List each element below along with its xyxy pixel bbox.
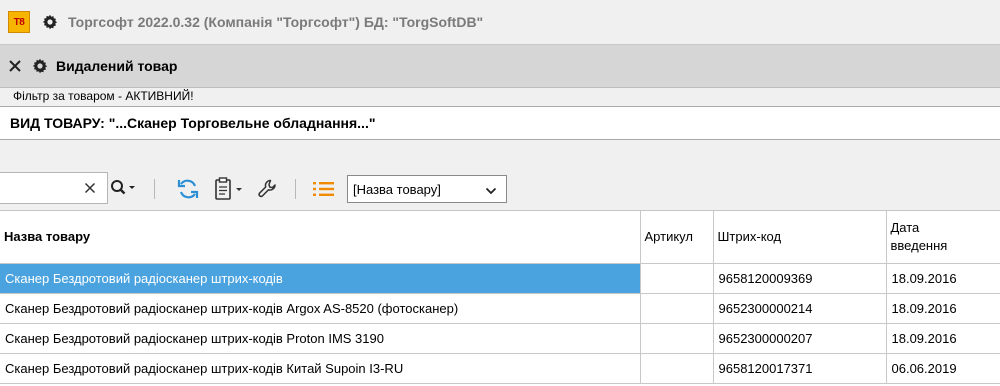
cell-article[interactable] — [640, 353, 714, 384]
cell-barcode[interactable]: 9658120017371 — [713, 353, 887, 384]
table-header-row: Назва товару Артикул Штрих-код Дата введ… — [0, 211, 1000, 264]
cell-article[interactable] — [640, 263, 714, 294]
app-logo-icon: T8 — [8, 11, 30, 33]
filter-label: Фільтр за товаром - АКТИВНИЙ! — [13, 89, 194, 103]
cell-article[interactable] — [640, 293, 714, 324]
column-header-name[interactable]: Назва товару — [0, 211, 641, 264]
document-header: Видалений товар — [0, 44, 1000, 88]
cell-date[interactable]: 18.09.2016 — [886, 293, 1000, 324]
column-header-article[interactable]: Артикул — [640, 211, 714, 264]
list-sort-icon[interactable] — [311, 177, 337, 201]
table-row[interactable]: Сканер Бездротовий радіосканер штрих-код… — [0, 353, 1000, 384]
toolbar-separator — [154, 179, 155, 199]
filter-field: ВИД ТОВАРУ: "...Сканер Торговельне облад… — [0, 106, 1000, 140]
column-header-barcode[interactable]: Штрих-код — [713, 211, 887, 264]
sort-field-select[interactable]: [Назва товару] — [347, 175, 507, 203]
gear-icon[interactable] — [42, 14, 58, 30]
wrench-icon[interactable] — [256, 177, 280, 201]
toolbar: [Назва товару] — [0, 172, 1000, 206]
cell-barcode[interactable]: 9652300000207 — [713, 323, 887, 354]
cell-date[interactable]: 18.09.2016 — [886, 323, 1000, 354]
table-row[interactable]: Сканер Бездротовий радіосканер штрих-код… — [0, 323, 1000, 354]
window-title: Торгсофт 2022.0.32 (Компанія "Торгсофт")… — [68, 14, 484, 30]
close-icon[interactable] — [6, 57, 24, 75]
table-row[interactable]: Сканер Бездротовий радіосканер штрих-код… — [0, 293, 1000, 324]
cell-date[interactable]: 06.06.2019 — [886, 353, 1000, 384]
gear-icon[interactable] — [32, 58, 48, 74]
cell-name[interactable]: Сканер Бездротовий радіосканер штрих-код… — [0, 323, 641, 354]
cell-article[interactable] — [640, 323, 714, 354]
cell-barcode[interactable]: 9658120009369 — [713, 263, 887, 294]
cell-date[interactable]: 18.09.2016 — [886, 263, 1000, 294]
toolbar-separator — [295, 179, 296, 199]
sort-field-value: [Назва товару] — [353, 181, 441, 197]
search-icon[interactable] — [110, 178, 138, 198]
document-title: Видалений товар — [56, 58, 178, 74]
clipboard-icon[interactable] — [213, 177, 247, 201]
clear-search-icon[interactable] — [82, 180, 98, 196]
refresh-icon[interactable] — [176, 177, 200, 201]
cell-name[interactable]: Сканер Бездротовий радіосканер штрих-код… — [0, 293, 641, 324]
cell-name[interactable]: Сканер Бездротовий радіосканер штрих-код… — [0, 353, 641, 384]
window-title-bar: T8 Торгсофт 2022.0.32 (Компанія "Торгсоф… — [0, 0, 1000, 44]
cell-barcode[interactable]: 9652300000214 — [713, 293, 887, 324]
cell-name[interactable]: Сканер Бездротовий радіосканер штрих-код… — [0, 263, 641, 294]
products-table: Назва товару Артикул Штрих-код Дата введ… — [0, 210, 1000, 386]
column-header-date[interactable]: Дата введення — [886, 211, 1000, 264]
chevron-down-icon — [485, 184, 497, 199]
table-row[interactable]: Сканер Бездротовий радіосканер штрих-код… — [0, 263, 1000, 294]
